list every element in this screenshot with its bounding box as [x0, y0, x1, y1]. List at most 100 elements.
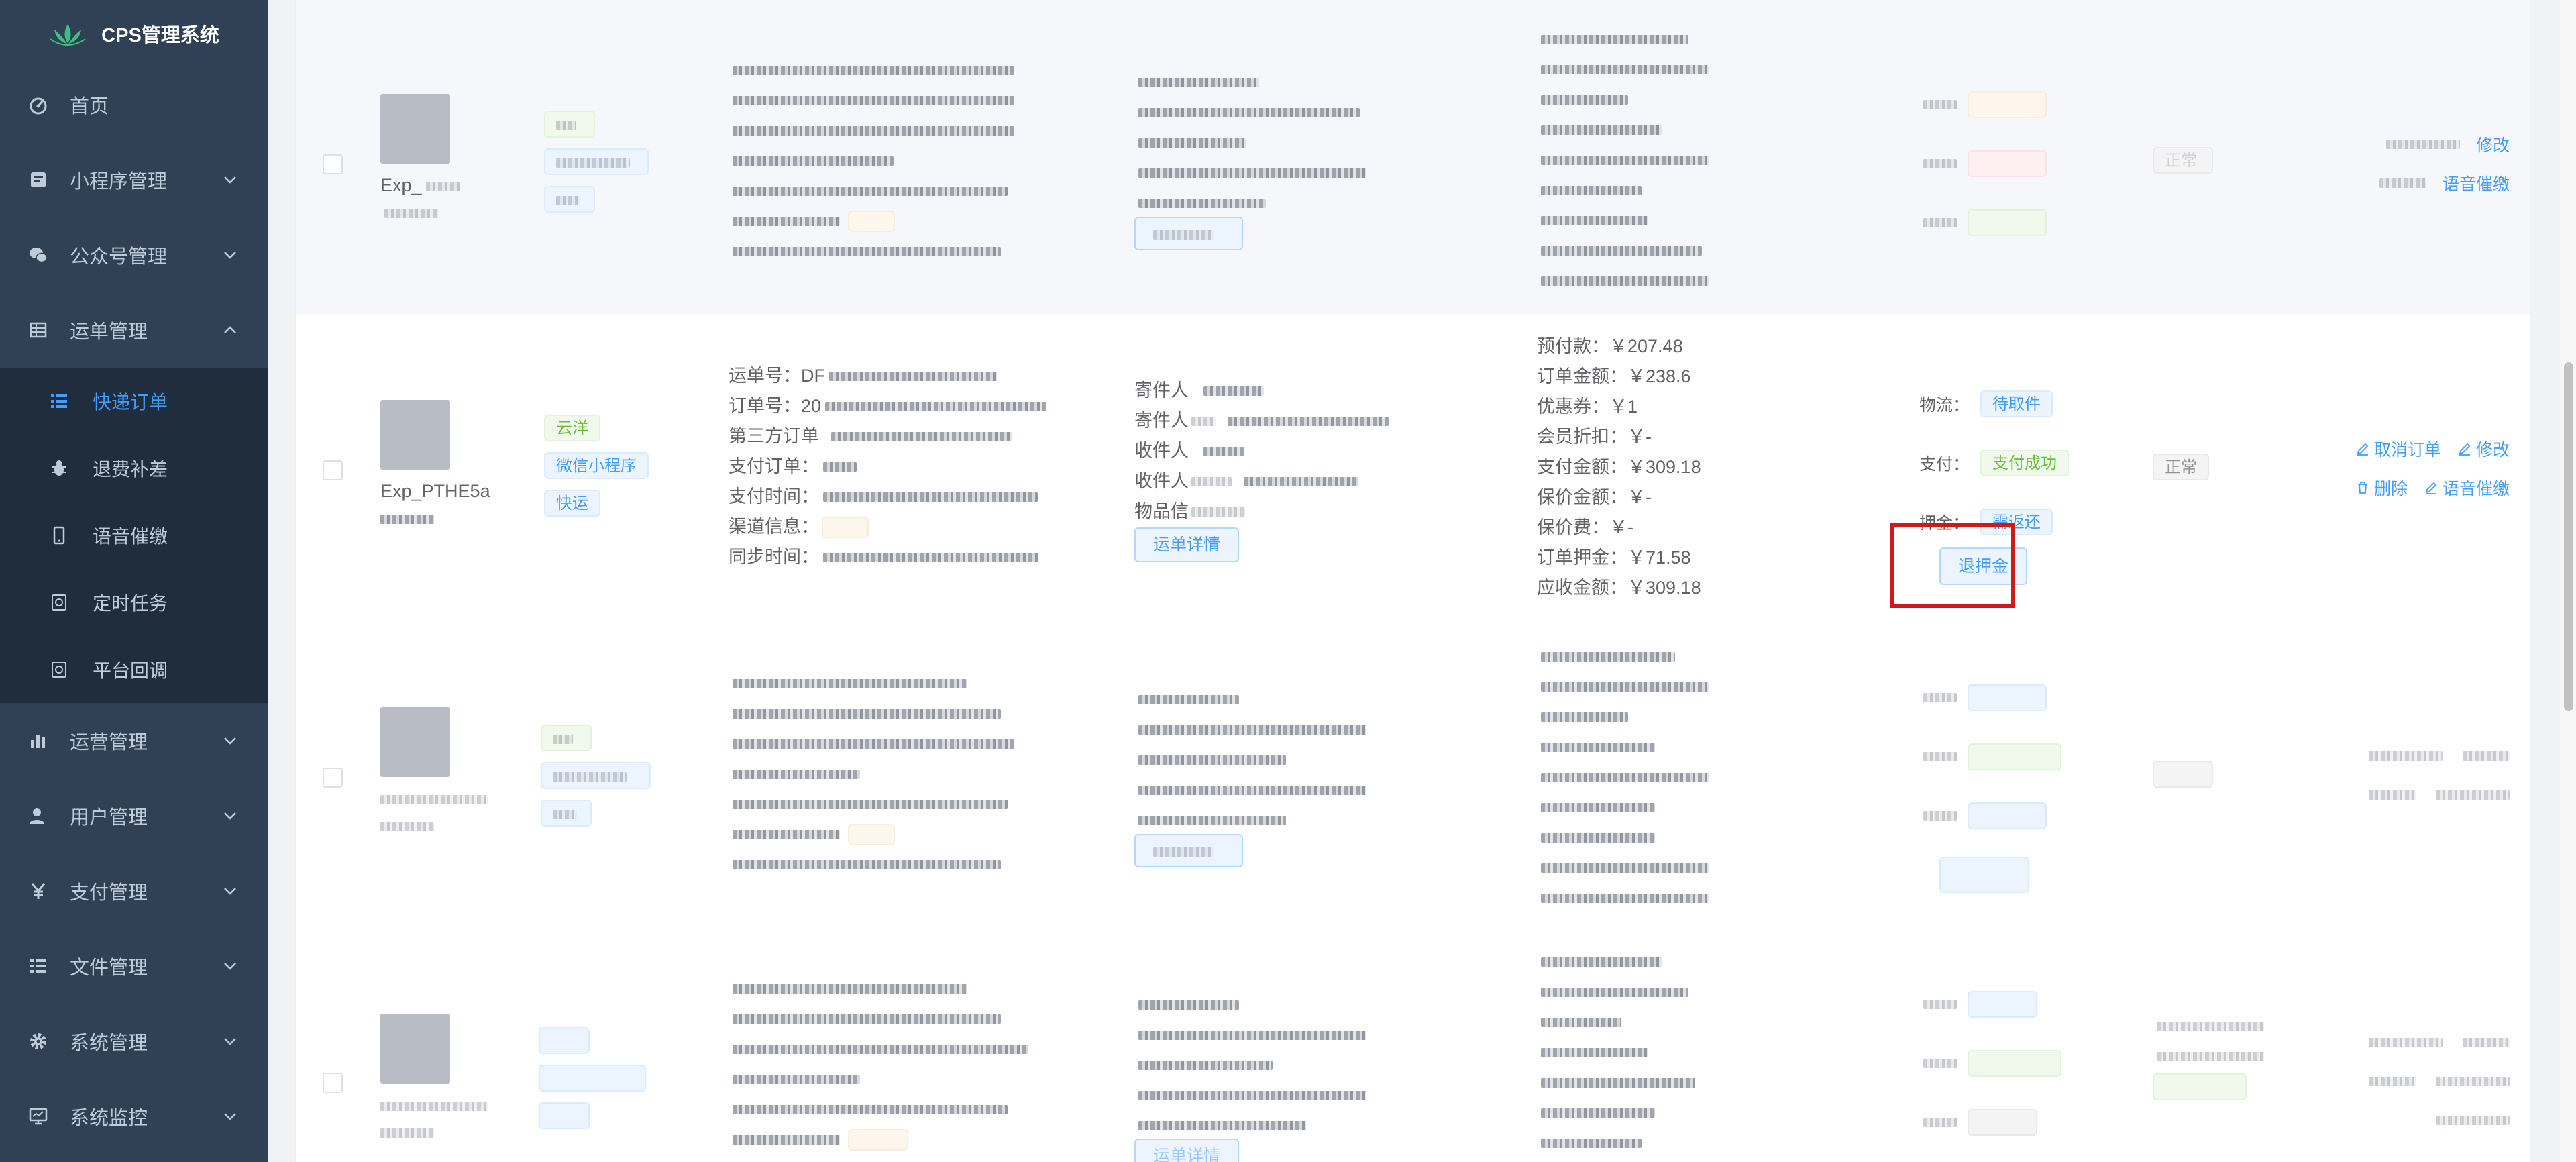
avatar — [380, 400, 450, 470]
logistics-label: 物流： — [1919, 396, 1970, 415]
voice-collect-link[interactable]: 语音催缴 — [2443, 171, 2510, 195]
menu-item-home[interactable]: 首页 — [0, 67, 268, 142]
user-id — [380, 1092, 488, 1145]
sub-item-scheduled-tasks[interactable]: 定时任务 — [0, 569, 268, 636]
refund-deposit-button[interactable]: 退押金 — [1939, 547, 2028, 585]
deposit-label: 押金： — [1919, 514, 1970, 533]
fee-info — [1537, 24, 1709, 296]
avatar — [380, 1014, 450, 1084]
row-actions: 取消订单 修改 删除 语音催缴 — [2322, 429, 2510, 507]
voice-collect-link[interactable]: 语音催缴 — [2424, 476, 2510, 500]
scrollbar-thumb[interactable] — [2564, 362, 2573, 711]
modify-link[interactable]: 修改 — [2457, 437, 2510, 461]
fee-info — [1537, 641, 1709, 913]
menu-item-wechat[interactable]: 公众号管理 — [0, 217, 268, 293]
state-badge — [2153, 761, 2213, 788]
menu-item-system[interactable]: 系统管理 — [0, 1004, 268, 1079]
delete-link[interactable] — [2365, 1077, 2416, 1086]
sub-item-platform-callback[interactable]: 平台回调 — [0, 636, 268, 703]
menu-item-monitor[interactable]: 系统监控 — [0, 1079, 268, 1154]
state-badge: 正常 — [2153, 147, 2213, 174]
tag-group — [544, 111, 649, 223]
row-checkbox[interactable] — [323, 460, 343, 480]
tag — [541, 762, 651, 789]
row-checkbox[interactable] — [323, 154, 343, 174]
tag — [541, 725, 592, 751]
menu-item-payment[interactable]: 支付管理 — [0, 853, 268, 929]
scrollbar[interactable] — [2560, 0, 2576, 1162]
more-link[interactable] — [2432, 1116, 2510, 1125]
table-row[interactable]: Exp_PTHE5a 云洋 微信小程序 快运 运单号： DF 订单号： 20 第三方… — [296, 315, 2530, 625]
menu-item-operations[interactable]: 运营管理 — [0, 703, 268, 778]
sender-info — [1134, 684, 1366, 867]
voice-collect-link[interactable] — [2432, 1077, 2510, 1086]
status-group: 物流： 待取件 支付： 支付成功 押金： 需返还 — [1919, 374, 2070, 551]
sender-info — [1134, 67, 1366, 250]
modify-link[interactable]: 修改 — [2476, 132, 2510, 156]
table-row[interactable]: Exp_ 正常 修改 语音催缴 — [296, 0, 2530, 317]
list-icon — [27, 955, 50, 978]
payment-label: 支付： — [1919, 455, 1970, 474]
order-info: 运单号： DF 订单号： 20 第三方订单 支付订单： 支付时间： 渠道信息： 同步… — [729, 361, 1047, 572]
tag-group — [541, 725, 651, 837]
user-icon — [27, 804, 50, 827]
sub-label: 语音催缴 — [93, 526, 168, 547]
brand[interactable]: CPS管理系统 — [0, 0, 268, 67]
delete-link[interactable] — [2375, 178, 2426, 188]
logistics-status-badge: 待取件 — [1980, 390, 2053, 417]
row-actions — [2349, 737, 2510, 814]
sub-item-voice-collect[interactable]: 语音催缴 — [0, 502, 268, 569]
menu-label: 首页 — [70, 96, 109, 117]
user-id: Exp_ — [380, 172, 460, 225]
tag-channel: 云洋 — [544, 415, 600, 441]
menu-item-miniprogram[interactable]: 小程序管理 — [0, 142, 268, 217]
edit-icon — [2459, 443, 2471, 456]
wechat-icon — [27, 244, 50, 266]
avatar — [380, 94, 450, 164]
modify-link[interactable] — [2459, 1038, 2510, 1047]
tag — [541, 800, 592, 827]
chart-icon — [27, 729, 50, 752]
chevron-down-icon — [224, 252, 236, 259]
menu-item-files[interactable]: 文件管理 — [0, 929, 268, 1004]
state-info — [2153, 1011, 2264, 1102]
callback-icon — [48, 659, 70, 680]
modify-link[interactable] — [2459, 751, 2510, 761]
order-info — [729, 55, 1014, 266]
lotus-logo-icon — [50, 24, 86, 46]
tag-type: 快运 — [544, 490, 600, 517]
table-row[interactable] — [296, 624, 2530, 931]
row-checkbox[interactable] — [323, 1073, 343, 1093]
row-actions: 修改 语音催缴 — [2349, 125, 2510, 203]
voice-collect-link[interactable] — [2432, 790, 2510, 800]
table-row[interactable]: 运单详情 — [296, 929, 2530, 1162]
menu-label: 用户管理 — [70, 807, 148, 829]
cancel-order-link[interactable] — [2365, 751, 2443, 761]
table-icon — [27, 319, 50, 341]
sub-item-refund-diff[interactable]: 退费补差 — [0, 435, 268, 502]
chevron-down-icon — [224, 812, 236, 820]
cancel-order-link[interactable] — [2365, 1038, 2443, 1047]
menu-item-waybill[interactable]: 运单管理 — [0, 293, 268, 368]
cancel-order-link[interactable]: 取消订单 — [2355, 437, 2441, 461]
cancel-order-link[interactable] — [2382, 140, 2460, 149]
tag — [544, 148, 649, 175]
menu-label: 文件管理 — [70, 957, 148, 979]
delete-link[interactable]: 删除 — [2355, 476, 2408, 500]
status-group — [1919, 75, 2047, 252]
miniprogram-icon — [27, 168, 50, 191]
menu-label: 系统管理 — [70, 1033, 148, 1054]
waybill-detail-button[interactable]: 运单详情 — [1134, 1138, 1240, 1162]
sub-label: 退费补差 — [93, 459, 168, 480]
delete-link[interactable] — [2365, 790, 2416, 800]
fee-info: 预付款： ￥207.48 订单金额： ￥238.6 优惠券： ￥1 会员折扣： ￥- 支… — [1537, 336, 1701, 598]
sub-item-express-orders[interactable]: 快递订单 — [0, 368, 268, 435]
submenu-waybill: 快递订单 退费补差 语音催缴 定时任务 平台回调 — [0, 368, 268, 703]
sub-label: 快递订单 — [93, 392, 168, 413]
yen-icon — [27, 880, 50, 902]
user-id — [380, 785, 488, 839]
waybill-detail-button[interactable]: 运单详情 — [1134, 527, 1240, 562]
menu-item-users[interactable]: 用户管理 — [0, 778, 268, 853]
row-checkbox[interactable] — [323, 768, 343, 788]
phone-icon — [48, 525, 70, 546]
